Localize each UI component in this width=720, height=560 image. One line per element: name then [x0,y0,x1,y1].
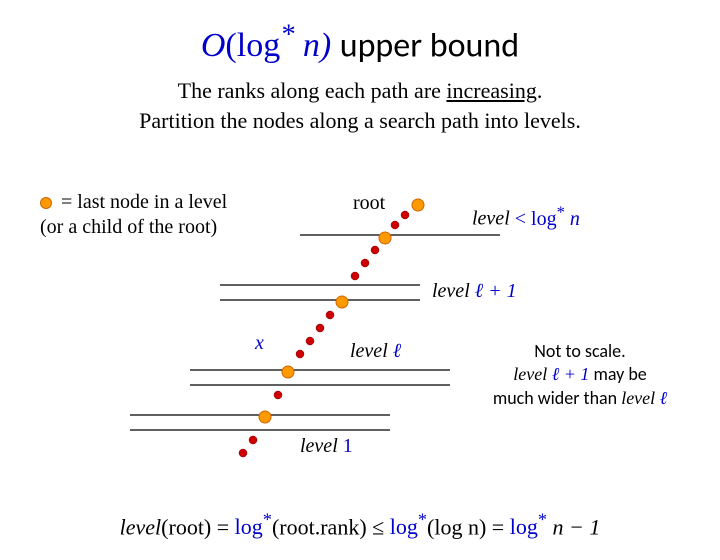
subtitle-l1a: The ranks along each path are [178,78,447,103]
legend-l1: = last node in a level [56,191,227,213]
page-title: O(log* n) upper bound [0,20,720,66]
title-O: O [201,27,226,64]
legend: = last node in a level (or a child of th… [40,190,227,240]
title-math: O(log* n) [201,27,340,64]
note-l1: Not to scale. [534,340,625,362]
title-star: * [280,20,294,51]
note-l2c: may be [589,363,646,385]
subtitle-l2: Partition the nodes along a search path … [139,108,581,133]
label-level-l-plus-1: level ℓ + 1 [432,280,517,303]
scale-note: Not to scale. level ℓ + 1 may be much wi… [480,340,680,410]
subtitle-l1b: increasing [446,78,536,103]
label-level-lt-logstar: level < log* n [472,202,580,231]
title-log: (log [225,27,280,64]
label-level-l: level ℓ [350,340,401,363]
note-l2b: ℓ + 1 [547,364,589,384]
note-l3b: level [621,388,655,408]
label-level-1: level 1 [300,435,353,458]
title-text: upper bound [340,25,519,66]
note-l3a: much wider than [493,387,621,409]
legend-l2: (or a child of the root) [40,216,217,238]
label-root: root [353,192,385,215]
legend-dot-icon [40,197,52,209]
bottom-equation: level(root) = log*(root.rank) ≤ log*(log… [0,510,720,540]
note-l3c: ℓ [655,388,667,408]
note-l2a: level [513,364,547,384]
title-n: n) [294,27,331,64]
subtitle: The ranks along each path are increasing… [0,76,720,135]
subtitle-l1c: . [537,78,543,103]
label-x: x [255,332,264,355]
